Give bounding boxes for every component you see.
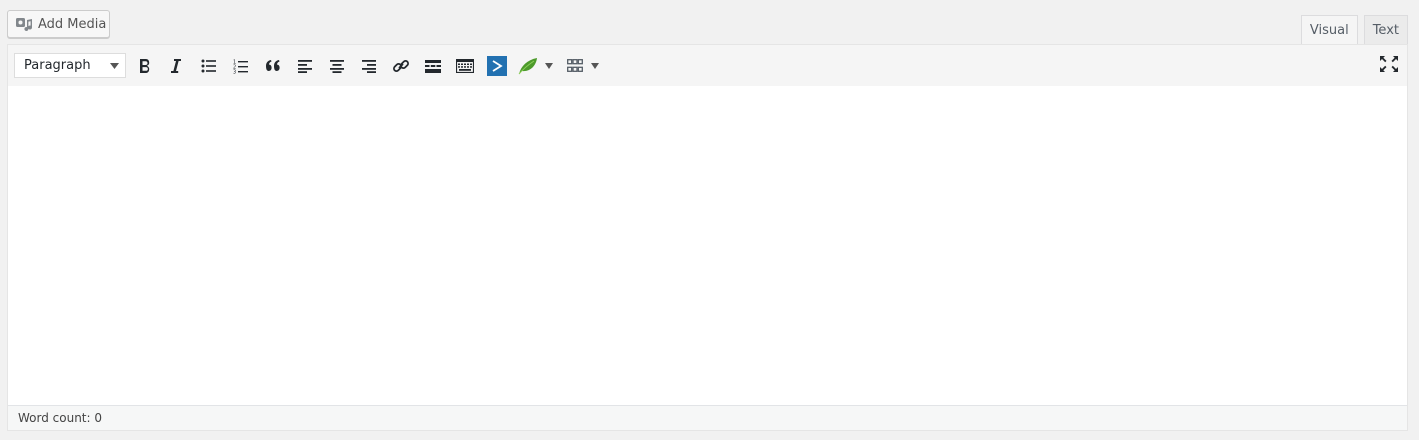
chevron-down-icon <box>545 63 553 69</box>
media-icon <box>15 16 33 32</box>
format-select-value: Paragraph <box>24 58 91 73</box>
toolbar-toggle-button[interactable] <box>453 54 477 78</box>
bulleted-list-button[interactable] <box>197 54 221 78</box>
italic-icon <box>169 58 183 74</box>
editor: Paragraph 1 2 3 Word count: 0 <box>7 44 1408 431</box>
grid-blocks-button[interactable] <box>567 54 607 78</box>
leaf-plugin-button[interactable] <box>517 54 563 78</box>
bold-button[interactable] <box>133 54 157 78</box>
align-center-button[interactable] <box>325 54 349 78</box>
shortcode-button[interactable] <box>485 54 509 78</box>
tab-text[interactable]: Text <box>1363 15 1408 45</box>
read-more-icon <box>425 59 441 73</box>
chevron-down-icon <box>110 58 119 73</box>
fullscreen-icon <box>1380 56 1398 72</box>
read-more-button[interactable] <box>421 54 445 78</box>
format-select[interactable]: Paragraph <box>14 53 126 78</box>
link-icon <box>392 57 410 75</box>
editor-statusbar: Word count: 0 <box>8 405 1407 430</box>
editor-tabs: Visual Text <box>1300 15 1408 45</box>
align-center-icon <box>329 59 345 73</box>
align-left-icon <box>297 59 313 73</box>
keyboard-icon <box>456 59 474 73</box>
word-count-value: 0 <box>94 411 103 425</box>
leaf-icon <box>517 57 539 75</box>
add-media-button[interactable]: Add Media <box>7 10 110 38</box>
chevron-down-icon <box>591 63 599 69</box>
bulleted-list-icon <box>201 59 217 73</box>
editor-toolbar: Paragraph 1 2 3 <box>8 45 1407 87</box>
editor-content-area[interactable] <box>8 86 1407 406</box>
word-count-label: Word count: <box>18 411 91 425</box>
numbered-list-icon: 1 2 3 <box>233 59 249 74</box>
align-left-button[interactable] <box>293 54 317 78</box>
quote-icon <box>265 60 281 72</box>
tab-visual[interactable]: Visual <box>1300 15 1358 45</box>
align-right-icon <box>361 59 377 73</box>
add-media-label: Add Media <box>38 16 107 32</box>
numbered-list-button[interactable]: 1 2 3 <box>229 54 253 78</box>
chevron-right-icon <box>487 56 507 76</box>
insert-link-button[interactable] <box>389 54 413 78</box>
grid-icon <box>567 59 583 73</box>
align-right-button[interactable] <box>357 54 381 78</box>
blockquote-button[interactable] <box>261 54 285 78</box>
svg-text:3: 3 <box>233 69 236 74</box>
bold-icon <box>138 58 152 74</box>
fullscreen-button[interactable] <box>1377 52 1401 76</box>
italic-button[interactable] <box>164 54 188 78</box>
